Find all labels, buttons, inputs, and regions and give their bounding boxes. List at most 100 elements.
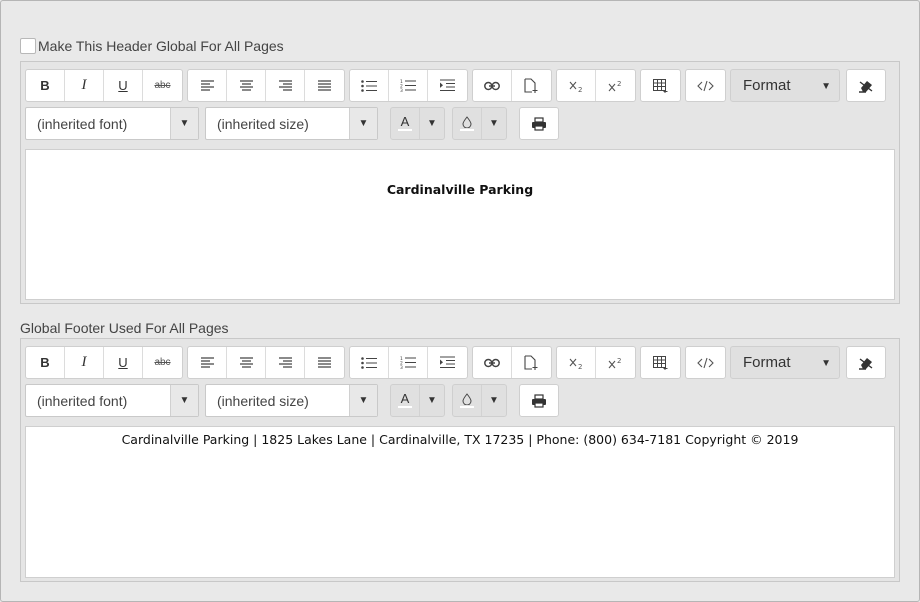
- font-color-main[interactable]: A: [391, 385, 420, 416]
- underline-button[interactable]: U: [104, 70, 143, 101]
- font-style-group: B I U abc: [25, 346, 183, 379]
- strikethrough-button[interactable]: abc: [143, 70, 182, 101]
- chevron-down-icon[interactable]: ▼: [482, 108, 506, 139]
- subscript-button[interactable]: 2: [557, 347, 596, 378]
- font-color-button[interactable]: A ▼: [390, 107, 445, 140]
- superscript-button[interactable]: 2: [596, 347, 635, 378]
- font-color-swatch: [398, 129, 412, 131]
- link-icon: [484, 358, 500, 367]
- unordered-list-button[interactable]: [350, 70, 389, 101]
- font-family-value: (inherited font): [37, 392, 128, 409]
- footer-content-area[interactable]: Cardinalville Parking | 1825 Lakes Lane …: [25, 426, 895, 578]
- indent-icon: [440, 79, 455, 92]
- global-header-checkbox[interactable]: [20, 38, 36, 54]
- svg-text:3: 3: [400, 88, 403, 92]
- ordered-list-button[interactable]: 123: [389, 347, 428, 378]
- bold-button[interactable]: B: [26, 347, 65, 378]
- link-button[interactable]: [473, 70, 512, 101]
- subscript-icon: 2: [569, 358, 582, 369]
- print-button[interactable]: [519, 107, 559, 140]
- superscript-icon: 2: [608, 80, 621, 91]
- svg-text:2: 2: [617, 357, 621, 365]
- align-right-button[interactable]: [266, 70, 305, 101]
- align-justify-button[interactable]: [305, 347, 344, 378]
- footer-content-text: Cardinalville Parking | 1825 Lakes Lane …: [121, 432, 799, 447]
- subscript-button[interactable]: 2: [557, 70, 596, 101]
- clear-formatting-button[interactable]: [846, 69, 886, 102]
- background-color-main[interactable]: [453, 108, 482, 139]
- format-dropdown[interactable]: Format ▼: [730, 69, 840, 102]
- code-view-icon: [697, 357, 714, 368]
- chevron-down-icon: ▼: [821, 81, 831, 92]
- code-view-button[interactable]: [686, 70, 725, 101]
- svg-text:2: 2: [617, 80, 621, 88]
- font-family-select[interactable]: (inherited font) ▼: [25, 384, 199, 417]
- header-content-area[interactable]: Cardinalville Parking: [25, 149, 895, 300]
- align-center-button[interactable]: [227, 70, 266, 101]
- indent-button[interactable]: [428, 70, 467, 101]
- footer-editor: B I U abc 123 2 2 Format ▼ (inherited fo…: [20, 338, 900, 582]
- svg-text:2: 2: [578, 86, 582, 92]
- font-color-swatch: [398, 406, 412, 408]
- background-color-swatch: [460, 406, 474, 408]
- font-color-button[interactable]: A ▼: [390, 384, 445, 417]
- chevron-down-icon[interactable]: ▼: [420, 385, 444, 416]
- table-button[interactable]: [641, 70, 680, 101]
- align-center-button[interactable]: [227, 347, 266, 378]
- svg-text:2: 2: [578, 363, 582, 369]
- chevron-down-icon[interactable]: ▼: [482, 385, 506, 416]
- align-right-button[interactable]: [266, 347, 305, 378]
- clear-formatting-button[interactable]: [846, 346, 886, 379]
- align-left-button[interactable]: [188, 347, 227, 378]
- subscript-icon: 2: [569, 81, 582, 92]
- align-right-icon: [278, 80, 292, 91]
- header-content-text: Cardinalville Parking: [386, 182, 534, 197]
- insert-file-button[interactable]: [512, 70, 551, 101]
- bold-button[interactable]: B: [26, 70, 65, 101]
- chevron-down-icon: ▼: [170, 385, 198, 416]
- align-left-icon: [200, 80, 214, 91]
- background-color-main[interactable]: [453, 385, 482, 416]
- header-editor: B I U abc 123 2 2 Format ▼ (inherited fo…: [20, 61, 900, 304]
- underline-button[interactable]: U: [104, 347, 143, 378]
- font-color-main[interactable]: A: [391, 108, 420, 139]
- code-view-button[interactable]: [686, 347, 725, 378]
- font-size-value: (inherited size): [217, 392, 309, 409]
- background-color-button[interactable]: ▼: [452, 107, 507, 140]
- format-dropdown[interactable]: Format ▼: [730, 346, 840, 379]
- strikethrough-button[interactable]: abc: [143, 347, 182, 378]
- format-dropdown-label: Format: [743, 354, 791, 371]
- droplet-icon: [462, 393, 472, 405]
- insert-file-icon: [524, 355, 538, 370]
- chevron-down-icon[interactable]: ▼: [420, 108, 444, 139]
- svg-text:3: 3: [400, 365, 403, 369]
- superscript-button[interactable]: 2: [596, 70, 635, 101]
- ordered-list-icon: 123: [400, 79, 416, 92]
- table-button[interactable]: [641, 347, 680, 378]
- ordered-list-icon: 123: [400, 356, 416, 369]
- italic-button[interactable]: I: [65, 70, 104, 101]
- chevron-down-icon: ▼: [349, 385, 377, 416]
- print-icon: [532, 393, 546, 408]
- ordered-list-button[interactable]: 123: [389, 70, 428, 101]
- droplet-icon: [462, 116, 472, 128]
- print-button[interactable]: [519, 384, 559, 417]
- font-color-glyph: A: [400, 114, 410, 129]
- italic-button[interactable]: I: [65, 347, 104, 378]
- align-left-button[interactable]: [188, 70, 227, 101]
- insert-file-icon: [524, 78, 538, 93]
- font-size-select[interactable]: (inherited size) ▼: [205, 384, 378, 417]
- font-size-select[interactable]: (inherited size) ▼: [205, 107, 378, 140]
- unordered-list-button[interactable]: [350, 347, 389, 378]
- link-icon: [484, 81, 500, 90]
- global-header-option[interactable]: Make This Header Global For All Pages: [20, 38, 284, 54]
- link-button[interactable]: [473, 347, 512, 378]
- insert-file-button[interactable]: [512, 347, 551, 378]
- align-group: [187, 69, 345, 102]
- background-color-button[interactable]: ▼: [452, 384, 507, 417]
- align-justify-icon: [318, 80, 331, 91]
- indent-button[interactable]: [428, 347, 467, 378]
- code-group: [685, 69, 726, 102]
- font-family-select[interactable]: (inherited font) ▼: [25, 107, 199, 140]
- align-justify-button[interactable]: [305, 70, 344, 101]
